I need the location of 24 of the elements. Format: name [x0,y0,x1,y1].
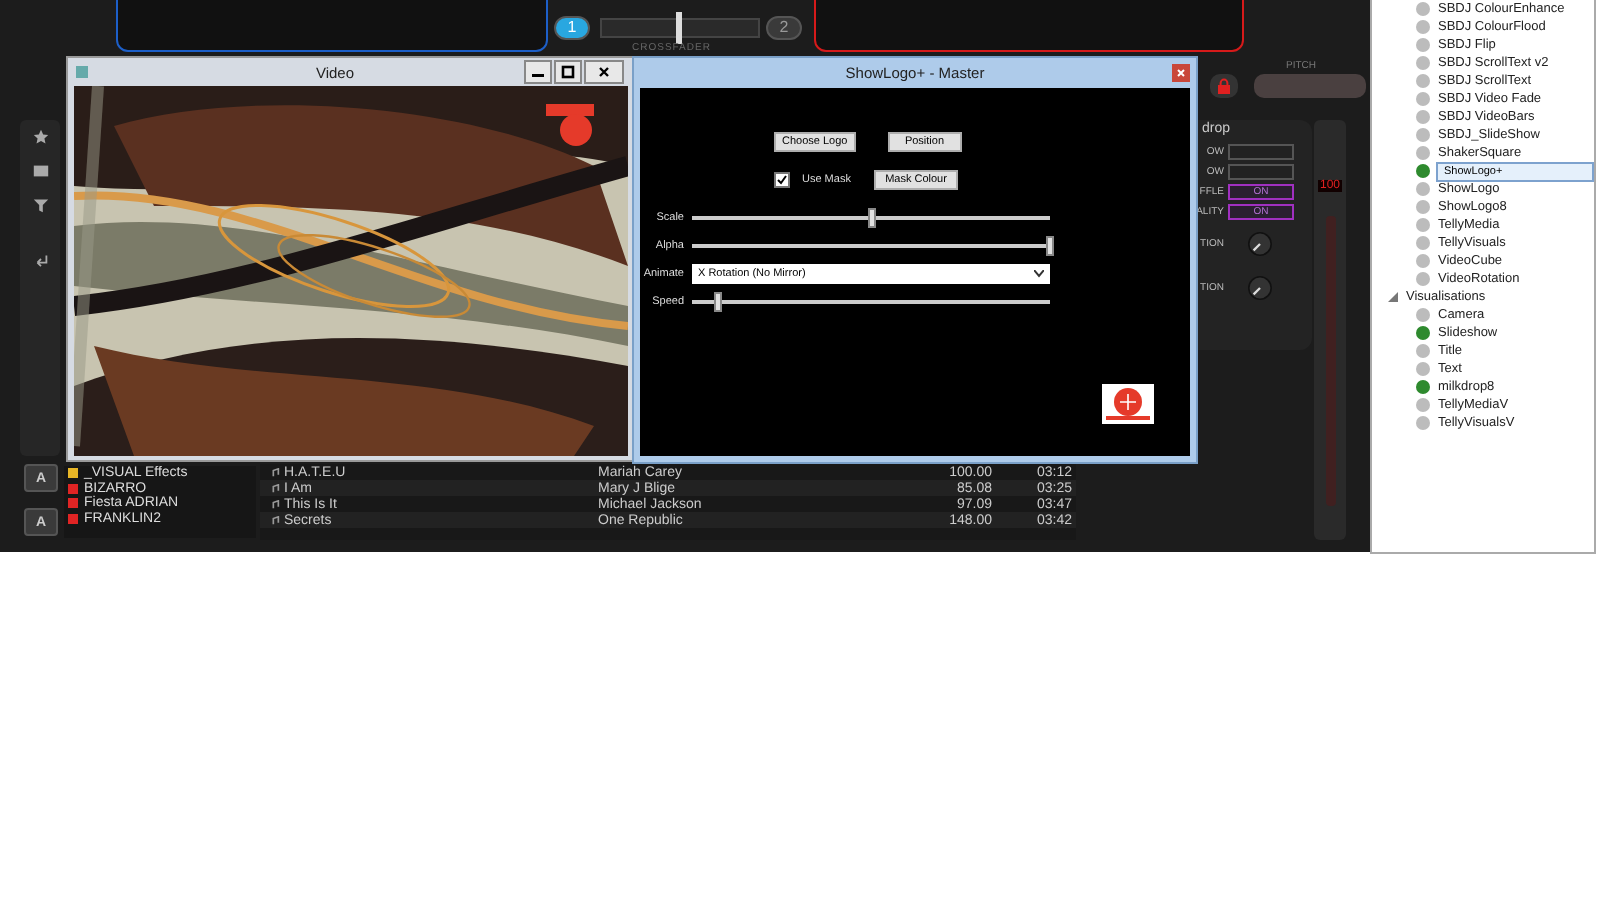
maximize-icon[interactable] [554,60,582,84]
lock-icon [1216,78,1232,94]
window-icon[interactable] [31,162,49,180]
effect-field[interactable] [1228,144,1294,160]
slider-thumb[interactable] [713,292,722,312]
expander-icon[interactable] [1388,292,1398,302]
close-icon[interactable] [584,60,624,84]
checkbox[interactable] [774,172,790,188]
knob-icon[interactable] [1244,272,1276,304]
lock-button[interactable] [1210,74,1238,98]
logo-image [1102,384,1154,424]
knob-icon[interactable] [1244,228,1276,260]
slider-thumb[interactable] [1046,236,1054,256]
effect-field[interactable] [1228,164,1294,180]
minimize-icon[interactable] [524,60,552,84]
filter-icon[interactable] [31,196,49,214]
app-icon [76,66,88,78]
chevron-down-icon [1034,270,1044,278]
close-button[interactable] [1172,64,1190,82]
deck-button[interactable]: 2 [766,16,802,40]
star-icon[interactable] [31,128,49,146]
back-icon[interactable] [31,250,49,268]
slider-thumb[interactable] [867,208,875,228]
crossfader[interactable] [600,18,760,38]
